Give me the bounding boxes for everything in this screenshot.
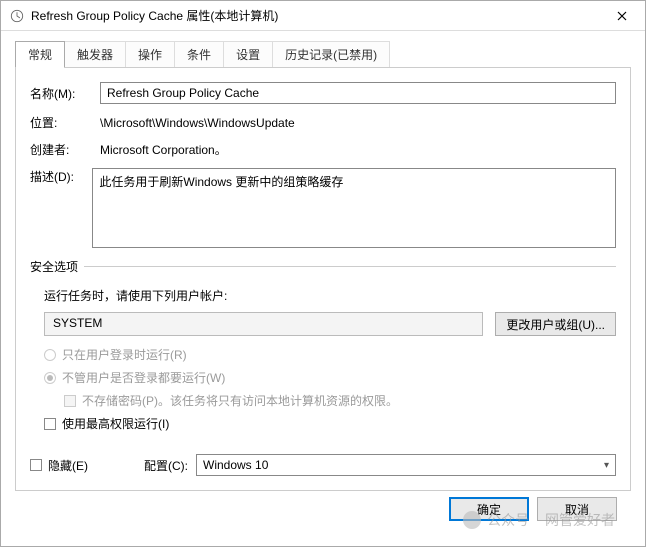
general-panel: 名称(M): 位置: \Microsoft\Windows\WindowsUpd…	[15, 67, 631, 491]
description-label: 描述(D):	[30, 168, 92, 185]
close-button[interactable]	[599, 1, 645, 31]
radio-logged-on: 只在用户登录时运行(R)	[44, 346, 616, 363]
radio-run-whether-logged: 不管用户是否登录都要运行(W)	[44, 369, 616, 386]
tab-triggers[interactable]: 触发器	[64, 41, 126, 67]
description-input[interactable]	[92, 168, 616, 248]
location-label: 位置:	[30, 114, 100, 131]
ok-button[interactable]: 确定	[449, 497, 529, 521]
author-value: Microsoft Corporation。	[100, 141, 616, 158]
radio-icon	[44, 349, 56, 361]
tab-history[interactable]: 历史记录(已禁用)	[272, 41, 390, 67]
checkbox-icon	[44, 418, 56, 430]
configure-label: 配置(C):	[144, 457, 188, 474]
highest-privileges-checkbox[interactable]: 使用最高权限运行(I)	[44, 415, 616, 432]
hidden-checkbox[interactable]: 隐藏(E)	[30, 457, 88, 474]
author-label: 创建者:	[30, 141, 100, 158]
security-legend: 安全选项	[30, 258, 84, 275]
tab-general[interactable]: 常规	[15, 41, 65, 67]
bottom-options: 隐藏(E) 配置(C): Windows 10 ▾	[30, 444, 616, 476]
tab-conditions[interactable]: 条件	[174, 41, 224, 67]
task-icon	[9, 8, 25, 24]
account-field: SYSTEM	[44, 312, 483, 336]
security-options-group: 安全选项 运行任务时，请使用下列用户帐户: SYSTEM 更改用户或组(U)..…	[30, 266, 616, 444]
run-as-prompt: 运行任务时，请使用下列用户帐户:	[44, 287, 616, 304]
location-value: \Microsoft\Windows\WindowsUpdate	[100, 116, 616, 130]
name-input[interactable]	[100, 82, 616, 104]
dialog-body: 常规 触发器 操作 条件 设置 历史记录(已禁用) 名称(M): 位置: \Mi…	[1, 31, 645, 547]
name-label: 名称(M):	[30, 85, 100, 102]
window-title: Refresh Group Policy Cache 属性(本地计算机)	[31, 7, 599, 24]
configure-value: Windows 10	[203, 458, 268, 472]
store-password-checkbox: 不存储密码(P)。该任务将只有访问本地计算机资源的权限。	[64, 392, 616, 409]
radio-icon	[44, 372, 56, 384]
chevron-down-icon: ▾	[604, 460, 609, 471]
tab-actions[interactable]: 操作	[125, 41, 175, 67]
titlebar: Refresh Group Policy Cache 属性(本地计算机)	[1, 1, 645, 31]
configure-for-select[interactable]: Windows 10 ▾	[196, 454, 616, 476]
tab-bar: 常规 触发器 操作 条件 设置 历史记录(已禁用)	[15, 41, 631, 67]
checkbox-icon	[30, 459, 42, 471]
properties-dialog: Refresh Group Policy Cache 属性(本地计算机) 常规 …	[0, 0, 646, 547]
change-user-button[interactable]: 更改用户或组(U)...	[495, 312, 616, 336]
tab-settings[interactable]: 设置	[223, 41, 273, 67]
cancel-button[interactable]: 取消	[537, 497, 617, 521]
close-icon	[617, 11, 627, 21]
dialog-footer: 确定 取消	[15, 491, 631, 533]
checkbox-icon	[64, 395, 76, 407]
